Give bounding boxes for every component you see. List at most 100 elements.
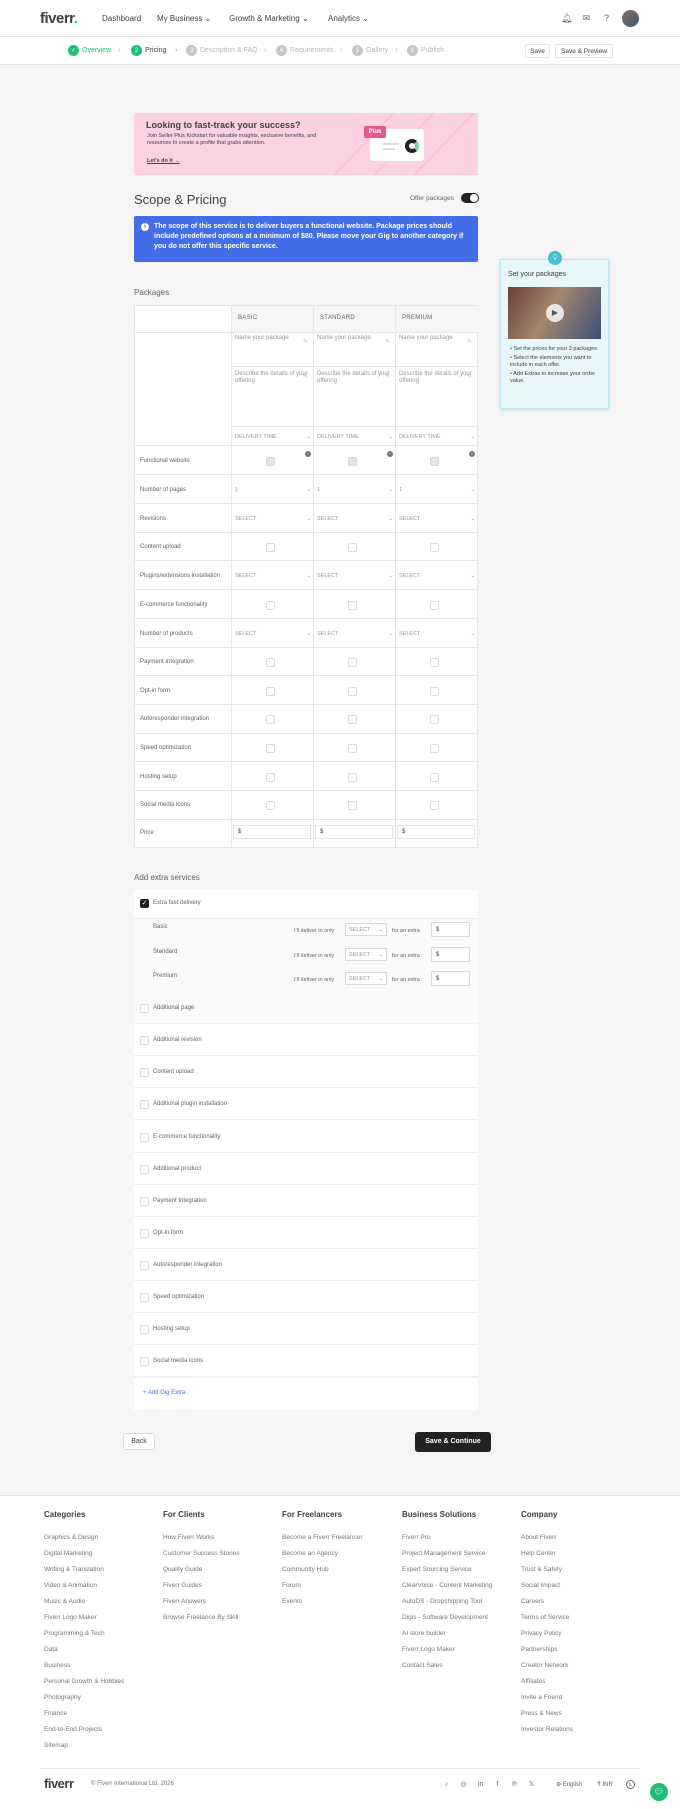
nav-analytics[interactable]: Analytics ⌄ — [328, 14, 369, 23]
footer-link[interactable]: Social Impact — [521, 1582, 560, 1589]
pinterest-icon[interactable]: ℗ — [510, 1780, 519, 1789]
footer-link[interactable]: Digis - Software Development — [402, 1614, 488, 1621]
hosting-checkbox[interactable] — [266, 773, 275, 782]
footer-link[interactable]: Project Management Service — [402, 1550, 485, 1557]
autoresponder-checkbox[interactable] — [348, 715, 357, 724]
footer-link[interactable]: Expert Sourcing Service — [402, 1566, 472, 1573]
extra-checkbox[interactable] — [140, 1325, 149, 1334]
banner-cta-link[interactable]: Let's do it → — [147, 158, 180, 164]
products-select[interactable]: SELECT ⌄ — [399, 631, 475, 637]
fast-delivery-price-input[interactable]: $ — [431, 971, 470, 986]
step-pricing[interactable]: 2 Pricing — [131, 45, 166, 56]
revisions-select[interactable]: SELECT ⌄ — [235, 516, 311, 522]
footer-link[interactable]: Become a Fiverr Freelancer — [282, 1534, 363, 1541]
footer-link[interactable]: Writing & Translation — [44, 1566, 104, 1573]
package-description-input[interactable]: Describe the details of your offering — [317, 371, 391, 385]
plugins-select[interactable]: SELECT ⌄ — [317, 573, 393, 579]
autoresponder-checkbox[interactable] — [266, 715, 275, 724]
optin-checkbox[interactable] — [348, 687, 357, 696]
autoresponder-checkbox[interactable] — [430, 715, 439, 724]
info-icon[interactable]: i — [469, 451, 475, 457]
save-button[interactable]: Save — [525, 44, 550, 58]
speed-checkbox[interactable] — [348, 744, 357, 753]
footer-link[interactable]: Events — [282, 1598, 302, 1605]
save-preview-button[interactable]: Save & Preview — [555, 44, 613, 58]
avatar[interactable] — [622, 10, 639, 27]
footer-link[interactable]: Fiverr Pro — [402, 1534, 431, 1541]
footer-link[interactable]: Fiverr Answers — [163, 1598, 206, 1605]
hosting-checkbox[interactable] — [348, 773, 357, 782]
extra-checkbox[interactable] — [140, 1036, 149, 1045]
save-continue-button[interactable]: Save & Continue — [415, 1432, 491, 1452]
optin-checkbox[interactable] — [266, 687, 275, 696]
pages-select[interactable]: 1 ⌄ — [399, 487, 475, 493]
footer-link[interactable]: Music & Audio — [44, 1598, 85, 1605]
price-input[interactable]: $ — [315, 825, 393, 839]
nav-my-business[interactable]: My Business ⌄ — [157, 14, 211, 23]
mail-icon[interactable]: ✉ — [581, 13, 592, 24]
extra-checkbox[interactable] — [140, 1068, 149, 1077]
products-select[interactable]: SELECT ⌄ — [235, 631, 311, 637]
extra-checkbox[interactable] — [140, 1197, 149, 1206]
tiktok-icon[interactable]: ♪ — [442, 1780, 451, 1789]
footer-link[interactable]: Personal Growth & Hobbies — [44, 1678, 124, 1685]
footer-logo[interactable]: fiverr — [44, 1776, 74, 1791]
footer-link[interactable]: End-to-End Projects — [44, 1726, 102, 1733]
step-description[interactable]: 3 Description & FAQ — [186, 45, 258, 56]
step-overview[interactable]: ✓ Overview — [68, 45, 111, 56]
extra-checkbox[interactable] — [140, 1261, 149, 1270]
optin-checkbox[interactable] — [430, 687, 439, 696]
linkedin-icon[interactable]: in — [476, 1780, 485, 1789]
content-upload-checkbox[interactable] — [348, 543, 357, 552]
fast-delivery-days-select[interactable]: SELECT ⌄ — [345, 948, 387, 961]
footer-link[interactable]: Partnerships — [521, 1646, 558, 1653]
delivery-time-select[interactable]: DELIVERY TIME ⌄ — [317, 434, 393, 440]
footer-link[interactable]: Forum — [282, 1582, 301, 1589]
footer-link[interactable]: Terms of Service — [521, 1614, 569, 1621]
revisions-select[interactable]: SELECT ⌄ — [317, 516, 393, 522]
package-name-input[interactable]: Name your package — [317, 335, 391, 342]
price-input[interactable]: $ — [233, 825, 311, 839]
ecommerce-checkbox[interactable] — [348, 601, 357, 610]
fast-delivery-days-select[interactable]: SELECT ⌄ — [345, 923, 387, 936]
footer-link[interactable]: How Fiverr Works — [163, 1534, 215, 1541]
extra-checkbox[interactable] — [140, 1293, 149, 1302]
fast-delivery-days-select[interactable]: SELECT ⌄ — [345, 972, 387, 985]
back-button[interactable]: Back — [123, 1433, 155, 1450]
payment-checkbox[interactable] — [430, 658, 439, 667]
hosting-checkbox[interactable] — [430, 773, 439, 782]
footer-link[interactable]: Video & Animation — [44, 1582, 97, 1589]
pages-select[interactable]: 1 ⌄ — [317, 487, 393, 493]
nav-dashboard[interactable]: Dashboard — [102, 14, 141, 23]
play-icon[interactable]: ▶ — [546, 304, 564, 322]
accessibility-icon[interactable]: ♿︎ — [626, 1780, 635, 1789]
plugins-select[interactable]: SELECT ⌄ — [399, 573, 475, 579]
nav-growth-marketing[interactable]: Growth & Marketing ⌄ — [229, 14, 309, 23]
speed-checkbox[interactable] — [266, 744, 275, 753]
offer-packages-toggle[interactable] — [461, 193, 479, 203]
footer-link[interactable]: AI store builder — [402, 1630, 446, 1637]
footer-link[interactable]: Sitemap — [44, 1742, 68, 1749]
extra-fast-delivery-checkbox[interactable]: ✓ — [140, 899, 149, 908]
footer-link[interactable]: Programming & Tech — [44, 1630, 105, 1637]
instagram-icon[interactable]: ◎ — [459, 1780, 468, 1789]
package-description-input[interactable]: Describe the details of your offering — [399, 371, 473, 385]
footer-link[interactable]: Data — [44, 1646, 58, 1653]
package-name-input[interactable]: Name your package — [235, 335, 309, 342]
help-icon[interactable]: ? — [601, 13, 612, 24]
info-icon[interactable]: i — [387, 451, 393, 457]
x-icon[interactable]: 𝕏 — [527, 1780, 536, 1789]
language-selector[interactable]: ⊕ English — [556, 1781, 582, 1788]
footer-link[interactable]: Customer Success Stories — [163, 1550, 240, 1557]
extra-checkbox[interactable] — [140, 1100, 149, 1109]
footer-link[interactable]: Become an Agency — [282, 1550, 338, 1557]
footer-link[interactable]: Graphics & Design — [44, 1534, 98, 1541]
footer-link[interactable]: Quality Guide — [163, 1566, 202, 1573]
footer-link[interactable]: ClearVoice - Content Marketing — [402, 1582, 492, 1589]
content-upload-checkbox[interactable] — [430, 543, 439, 552]
delivery-time-select[interactable]: DELIVERY TIME ⌄ — [235, 434, 311, 440]
content-upload-checkbox[interactable] — [266, 543, 275, 552]
footer-link[interactable]: AutoDS - Dropshipping Tool — [402, 1598, 482, 1605]
footer-link[interactable]: Privacy Policy — [521, 1630, 561, 1637]
footer-link[interactable]: Investor Relations — [521, 1726, 573, 1733]
